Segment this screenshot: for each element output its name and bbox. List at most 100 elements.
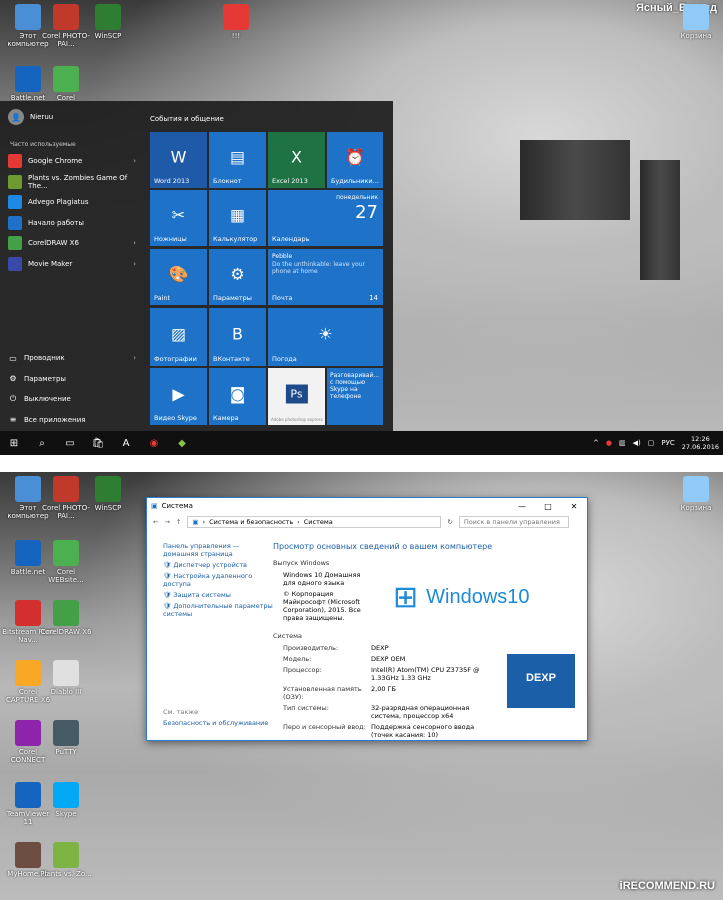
start-app-item[interactable]: Начало работы bbox=[8, 213, 136, 234]
chrome-tray-icon[interactable]: ● bbox=[606, 439, 612, 447]
taskbar: ⊞ ⌕ ▭ 🛍 A ◉ ◆ ^ ● ▥ ◀) ▢ РУС 12:26 27.06… bbox=[0, 431, 723, 455]
start-app-item[interactable]: Movie Maker › bbox=[8, 254, 136, 275]
menu-label: Выключение bbox=[24, 395, 71, 404]
desktop-icon[interactable]: WinSCP bbox=[82, 4, 134, 40]
screenshot-system-window: Этот компьютер Corel PHOTO-PAI... WinSCP Ba… bbox=[0, 472, 723, 900]
link-remote[interactable]: 🛡 Настройка удаленного доступа bbox=[163, 572, 273, 588]
clock[interactable]: 12:26 27.06.2016 bbox=[682, 435, 719, 451]
start-app-item[interactable]: Google Chrome › bbox=[8, 151, 136, 172]
app-icon bbox=[15, 66, 41, 92]
start-bottom-item[interactable]: ▭ Проводник › bbox=[8, 348, 136, 369]
start-bottom-item[interactable]: ≡ Все приложения bbox=[8, 410, 136, 431]
desktop-icon[interactable]: !!! bbox=[210, 4, 262, 40]
desktop-icon[interactable]: Diablo III bbox=[40, 660, 92, 696]
desktop-icon[interactable]: Skype bbox=[40, 782, 92, 818]
start-tile[interactable]: ⚙ Параметры bbox=[209, 249, 266, 305]
start-bottom-item[interactable]: ⚙ Параметры bbox=[8, 369, 136, 390]
tile-label: Excel 2013 bbox=[272, 177, 308, 185]
desktop-icon[interactable]: Корзина bbox=[670, 476, 722, 512]
start-tile[interactable]: ▤ Блокнот bbox=[209, 132, 266, 188]
breadcrumb-item[interactable]: Система и безопасность bbox=[209, 518, 293, 526]
menu-label: Все приложения bbox=[24, 415, 86, 424]
start-tile[interactable]: Pebble Do the unthinkable: leave your pho… bbox=[268, 249, 383, 305]
start-tile[interactable]: Ps Adobe photoshop express bbox=[268, 368, 325, 425]
start-tile[interactable]: ▨ Фотографии bbox=[150, 308, 207, 366]
app-icon bbox=[53, 66, 79, 92]
start-tile[interactable]: ✂ Ножницы bbox=[150, 190, 207, 246]
desktop-icon-label: Corel WEBsite... bbox=[48, 568, 84, 584]
start-tile[interactable]: ◙ Камера bbox=[209, 368, 266, 425]
store-icon[interactable]: 🛍 bbox=[84, 431, 112, 455]
language-indicator[interactable]: РУС bbox=[661, 439, 674, 447]
tile-label: Фотографии bbox=[154, 355, 197, 363]
desktop-icon[interactable]: CorelDRAW X6 bbox=[40, 600, 92, 636]
search-input[interactable]: Поиск в панели управления bbox=[458, 516, 569, 528]
network-icon[interactable]: ▥ bbox=[619, 439, 626, 447]
shield-app-icon[interactable]: ◆ bbox=[168, 431, 196, 455]
windows10-logo: ⊞ Windows10 bbox=[393, 580, 530, 615]
minimize-button[interactable]: — bbox=[509, 502, 535, 511]
close-button[interactable]: ✕ bbox=[561, 502, 587, 511]
chevron-up-icon[interactable]: ^ bbox=[593, 439, 599, 447]
link-protection[interactable]: 🛡 Защита системы bbox=[163, 591, 273, 599]
windows-logo-icon: ⊞ bbox=[393, 581, 419, 614]
up-icon[interactable]: ↑ bbox=[176, 518, 181, 526]
app-icon bbox=[15, 600, 41, 626]
tile-label: Параметры bbox=[213, 294, 252, 302]
desktop-icon[interactable]: Plants vs. Zo... bbox=[40, 842, 92, 878]
start-tile[interactable]: B ВКонтакте bbox=[209, 308, 266, 366]
user-account[interactable]: 👤 Nieruu bbox=[8, 109, 53, 125]
windows10-logo-text: Windows10 bbox=[426, 586, 530, 608]
app-icon bbox=[15, 4, 41, 30]
desktop-icon[interactable]: Корзина bbox=[670, 4, 722, 40]
refresh-icon[interactable]: ↻ bbox=[447, 518, 452, 526]
advego-icon[interactable]: A bbox=[112, 431, 140, 455]
menu-icon: ≡ bbox=[9, 415, 17, 425]
user-icon: 👤 bbox=[8, 109, 24, 125]
back-icon[interactable]: ← bbox=[153, 518, 158, 526]
tile-label: Камера bbox=[213, 414, 239, 422]
app-icon bbox=[15, 782, 41, 808]
start-bottom-item[interactable]: ⏻ Выключение bbox=[8, 389, 136, 410]
tile-caption: Adobe photoshop express bbox=[271, 417, 323, 422]
link-device-manager[interactable]: 🛡 Диспетчер устройств bbox=[163, 561, 273, 569]
task-view-icon[interactable]: ▭ bbox=[56, 431, 84, 455]
start-app-item[interactable]: Plants vs. Zombies Game Of The... bbox=[8, 172, 136, 193]
start-tile[interactable]: ▦ Калькулятор bbox=[209, 190, 266, 246]
desktop-icon[interactable]: PuTTY bbox=[40, 720, 92, 756]
menu-icon: ▭ bbox=[9, 353, 17, 363]
title-bar: ▣ Система — □ ✕ bbox=[147, 498, 587, 514]
start-tile[interactable]: ▶ Видео Skype bbox=[150, 368, 207, 425]
start-tile[interactable]: ⏰ Будильники... bbox=[327, 132, 383, 188]
breadcrumb-item[interactable]: Система bbox=[304, 518, 333, 526]
link-home[interactable]: Панель управления — домашняя страница bbox=[163, 542, 273, 558]
start-tile[interactable]: W Word 2013 bbox=[150, 132, 207, 188]
link-security[interactable]: Безопасность и обслуживание bbox=[163, 719, 273, 727]
start-tile[interactable]: X Excel 2013 bbox=[268, 132, 325, 188]
app-icon bbox=[95, 4, 121, 30]
mail-count: 14 bbox=[369, 294, 378, 302]
start-tile[interactable]: 🎨 Paint bbox=[150, 249, 207, 305]
start-tile[interactable]: Разговаривай... с помощью Skype на телеф… bbox=[327, 368, 383, 425]
maximize-button[interactable]: □ bbox=[535, 502, 561, 511]
start-tile[interactable]: ☀ Погода bbox=[268, 308, 383, 366]
forward-icon[interactable]: → bbox=[164, 518, 169, 526]
start-app-item[interactable]: Advego Plagiatus bbox=[8, 192, 136, 213]
desktop-icon[interactable]: Corel WEBsite... bbox=[40, 540, 92, 584]
system-window: ▣ Система — □ ✕ ← → ↑ ▣ › Система и безо… bbox=[146, 497, 588, 741]
mail-sender: Pebble bbox=[272, 253, 293, 260]
chrome-icon[interactable]: ◉ bbox=[140, 431, 168, 455]
start-tile[interactable]: понедельник 27 Календарь bbox=[268, 190, 383, 246]
desktop-icon[interactable]: WinSCP bbox=[82, 476, 134, 512]
app-label: Advego Plagiatus bbox=[28, 198, 89, 207]
app-icon bbox=[683, 476, 709, 502]
frequent-app-list: Google Chrome › Plants vs. Zombies Game Of… bbox=[8, 151, 136, 274]
link-advanced[interactable]: 🛡 Дополнительные параметры системы bbox=[163, 602, 273, 618]
start-app-item[interactable]: CorelDRAW X6 › bbox=[8, 233, 136, 254]
notification-icon[interactable]: ▢ bbox=[648, 439, 655, 447]
search-icon[interactable]: ⌕ bbox=[28, 431, 56, 455]
address-bar[interactable]: ▣ › Система и безопасность › Система bbox=[187, 516, 442, 528]
desktop-icon[interactable]: Corel bbox=[40, 66, 92, 102]
volume-icon[interactable]: ◀) bbox=[633, 439, 641, 447]
start-button[interactable]: ⊞ bbox=[0, 431, 28, 455]
